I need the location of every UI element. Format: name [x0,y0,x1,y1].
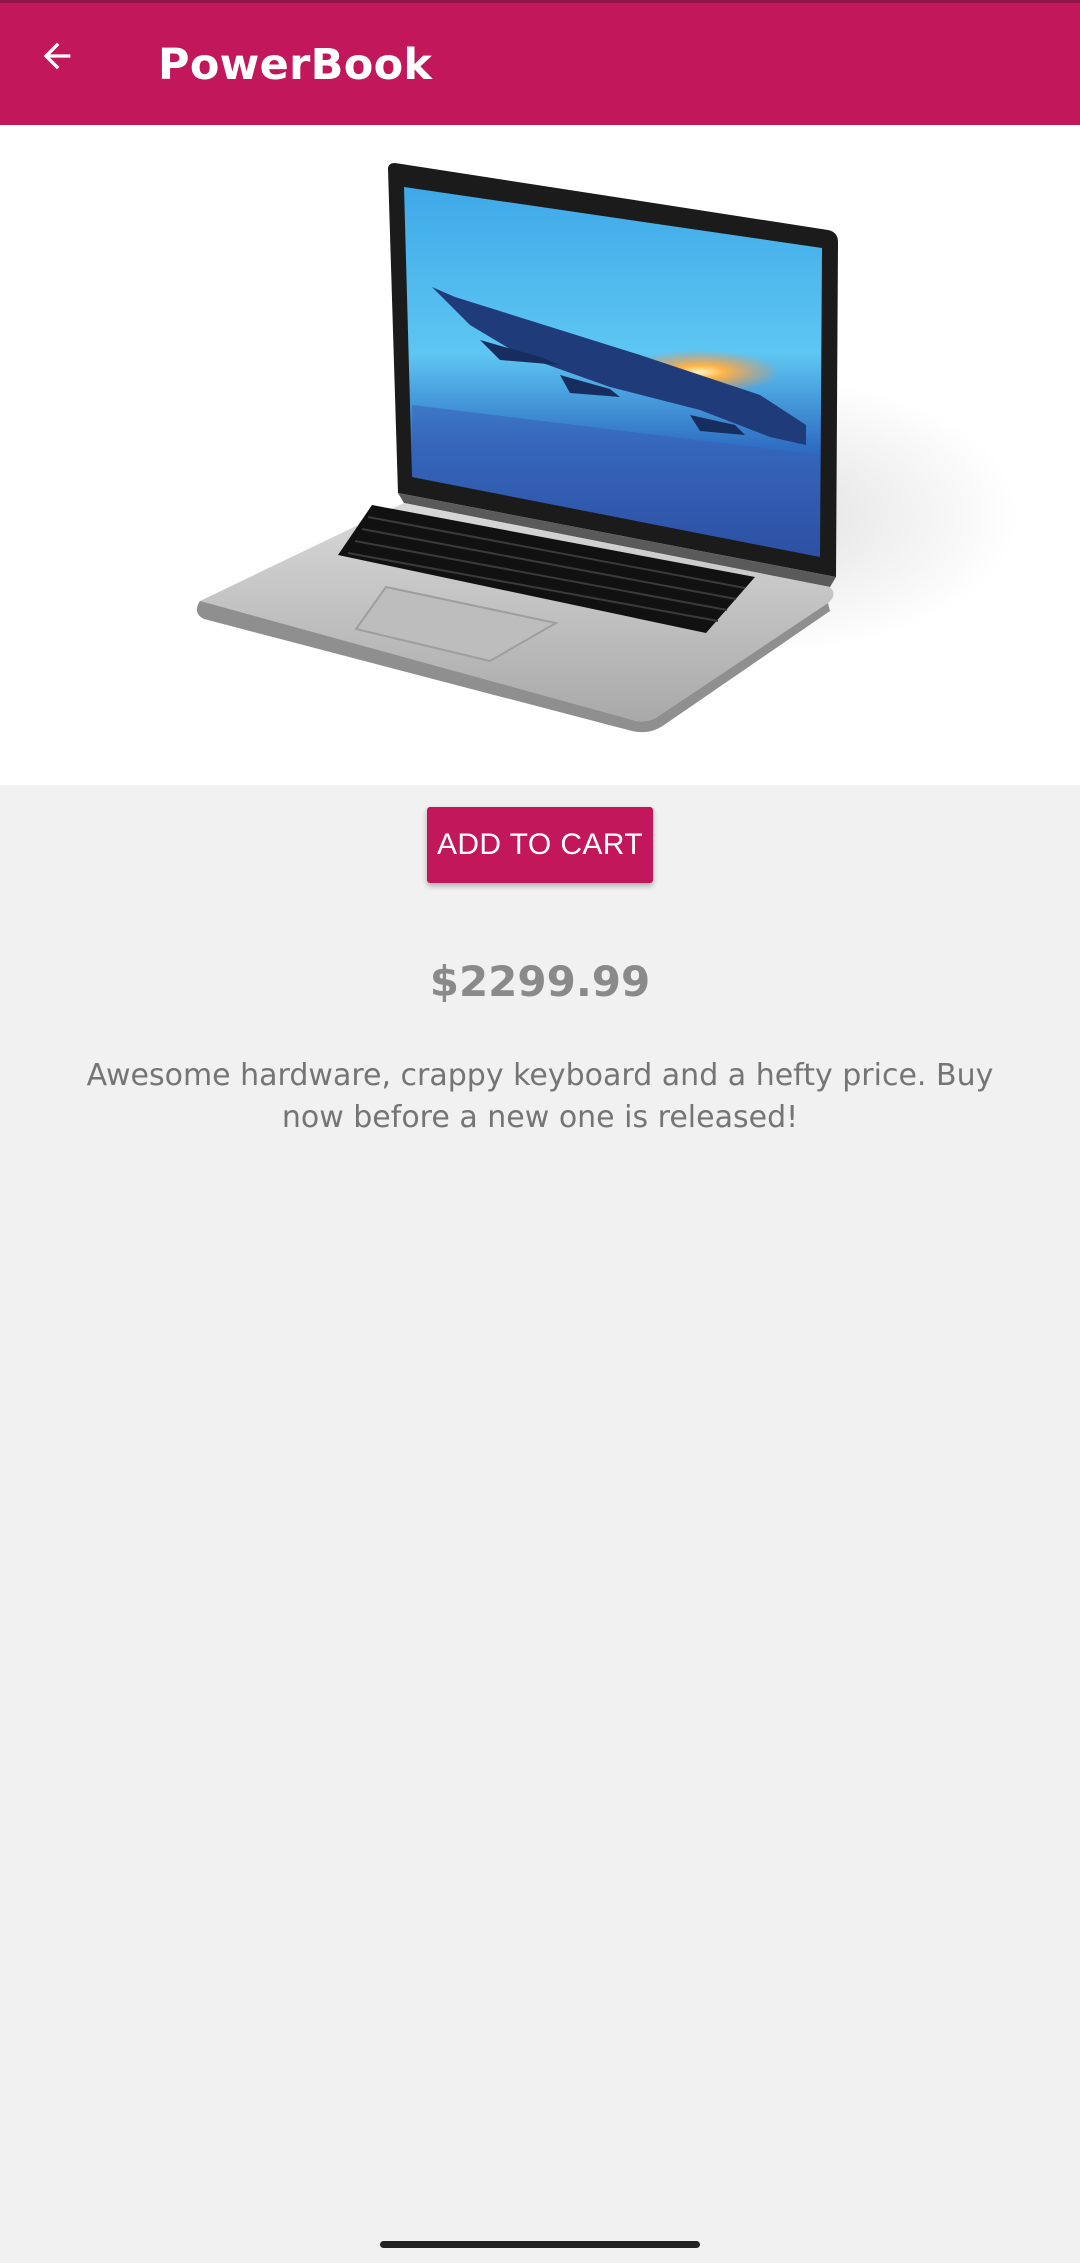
product-image [0,125,1080,785]
app-bar: PowerBook [0,0,1080,125]
product-price: $2299.99 [429,957,651,1006]
back-button[interactable] [24,23,90,89]
arrow-left-icon [43,42,71,70]
laptop-image [196,163,1020,733]
home-indicator[interactable] [380,2241,700,2248]
add-to-cart-button[interactable]: ADD TO CART [427,807,653,883]
page-title: PowerBook [158,40,433,90]
product-description: Awesome hardware, crappy keyboard and a … [86,1058,994,1135]
